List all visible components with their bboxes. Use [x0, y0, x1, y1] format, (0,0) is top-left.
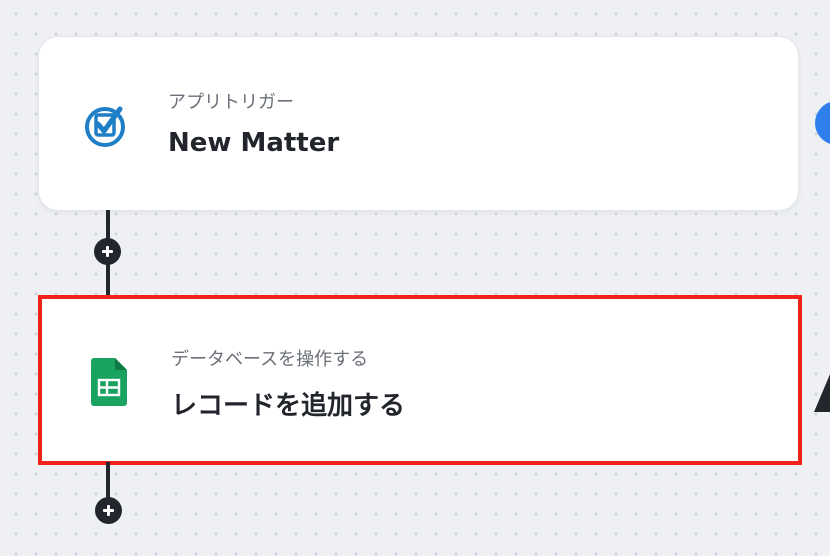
trigger-step-label: アプリトリガー	[168, 92, 294, 113]
checkbox-logo-icon	[85, 106, 125, 147]
warning-icon	[814, 360, 830, 412]
action-step-title: レコードを追加する	[171, 391, 406, 421]
connector-line	[106, 462, 110, 498]
trigger-step-card[interactable]: アプリトリガー New Matter	[38, 36, 799, 211]
action-step-card[interactable]: データベースを操作する レコードを追加する	[38, 295, 802, 465]
status-badge[interactable]	[815, 101, 830, 145]
add-step-button[interactable]	[94, 238, 121, 265]
trigger-step-title: New Matter	[168, 128, 340, 158]
action-step-label: データベースを操作する	[171, 349, 369, 370]
add-step-button[interactable]	[95, 497, 122, 524]
google-sheets-icon	[91, 358, 127, 406]
